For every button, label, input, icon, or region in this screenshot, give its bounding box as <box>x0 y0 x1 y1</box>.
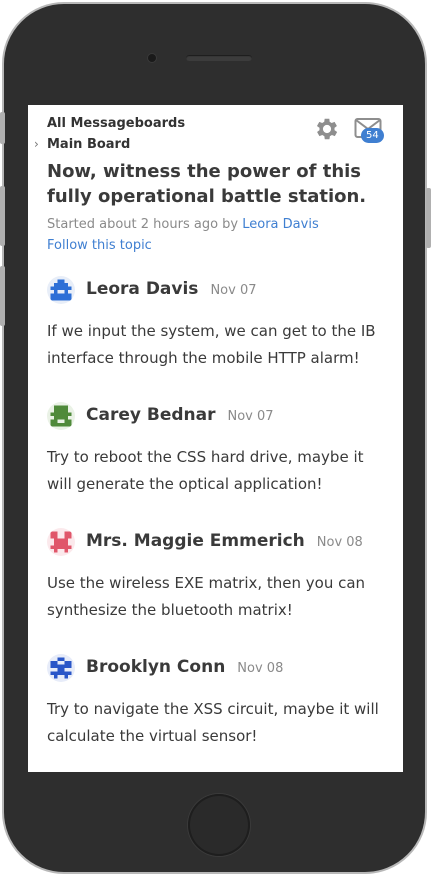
chevron-right-icon: › <box>34 137 39 151</box>
topic-started-text: Started about 2 hours ago by <box>47 217 243 232</box>
post-author[interactable]: Mrs. Maggie Emmerich Nov 08 <box>86 531 363 551</box>
post-author-name: Mrs. Maggie Emmerich <box>86 531 305 551</box>
volume-down-button <box>0 266 5 326</box>
gear-icon[interactable] <box>313 115 341 143</box>
topic-title: Now, witness the power of this fully ope… <box>47 161 367 207</box>
unread-count-badge: 54 <box>361 128 384 143</box>
breadcrumb: All Messageboards › Main Board <box>34 113 185 155</box>
breadcrumb-board[interactable]: Main Board <box>47 137 130 152</box>
post-author-name: Brooklyn Conn <box>86 657 226 677</box>
follow-topic-link[interactable]: Follow this topic <box>47 238 152 253</box>
post-item: Leora Davis Nov 07 If we input the system… <box>47 276 392 367</box>
post-author[interactable]: Carey Bednar Nov 07 <box>86 405 274 425</box>
post-author-name: Leora Davis <box>86 279 199 299</box>
post-body: Use the wireless EXE matrix, then you ca… <box>47 574 366 619</box>
post-date: Nov 08 <box>237 661 284 676</box>
post-author[interactable]: Leora Davis Nov 07 <box>86 279 256 299</box>
post-date: Nov 07 <box>210 283 257 298</box>
post-author-name: Carey Bednar <box>86 405 216 425</box>
speaker-grille <box>186 55 252 61</box>
app-screen: All Messageboards › Main Board 54 Now, wi… <box>28 105 403 772</box>
post-body: If we input the system, we can get to th… <box>47 322 376 367</box>
avatar <box>47 276 75 304</box>
home-button[interactable] <box>188 794 250 856</box>
post-author[interactable]: Brooklyn Conn Nov 08 <box>86 657 283 677</box>
volume-up-button <box>0 186 5 246</box>
post-body: Try to reboot the CSS hard drive, maybe … <box>47 448 364 493</box>
avatar <box>47 654 75 682</box>
post-item: Carey Bednar Nov 07 Try to reboot the CSS… <box>47 402 392 493</box>
post-item: Brooklyn Conn Nov 08 Try to navigate the … <box>47 654 392 745</box>
avatar <box>47 402 75 430</box>
mute-switch <box>0 112 5 144</box>
post-date: Nov 08 <box>316 535 363 550</box>
avatar <box>47 528 75 556</box>
front-camera <box>148 54 156 62</box>
topic-author-link[interactable]: Leora Davis <box>242 217 318 232</box>
post-date: Nov 07 <box>227 409 274 424</box>
breadcrumb-root[interactable]: All Messageboards <box>47 113 185 134</box>
post-item: Mrs. Maggie Emmerich Nov 08 Use the wirel… <box>47 528 392 619</box>
topic-meta: Started about 2 hours ago by Leora Davis <box>47 217 319 232</box>
post-body: Try to navigate the XSS circuit, maybe i… <box>47 700 379 745</box>
power-button <box>426 188 431 248</box>
